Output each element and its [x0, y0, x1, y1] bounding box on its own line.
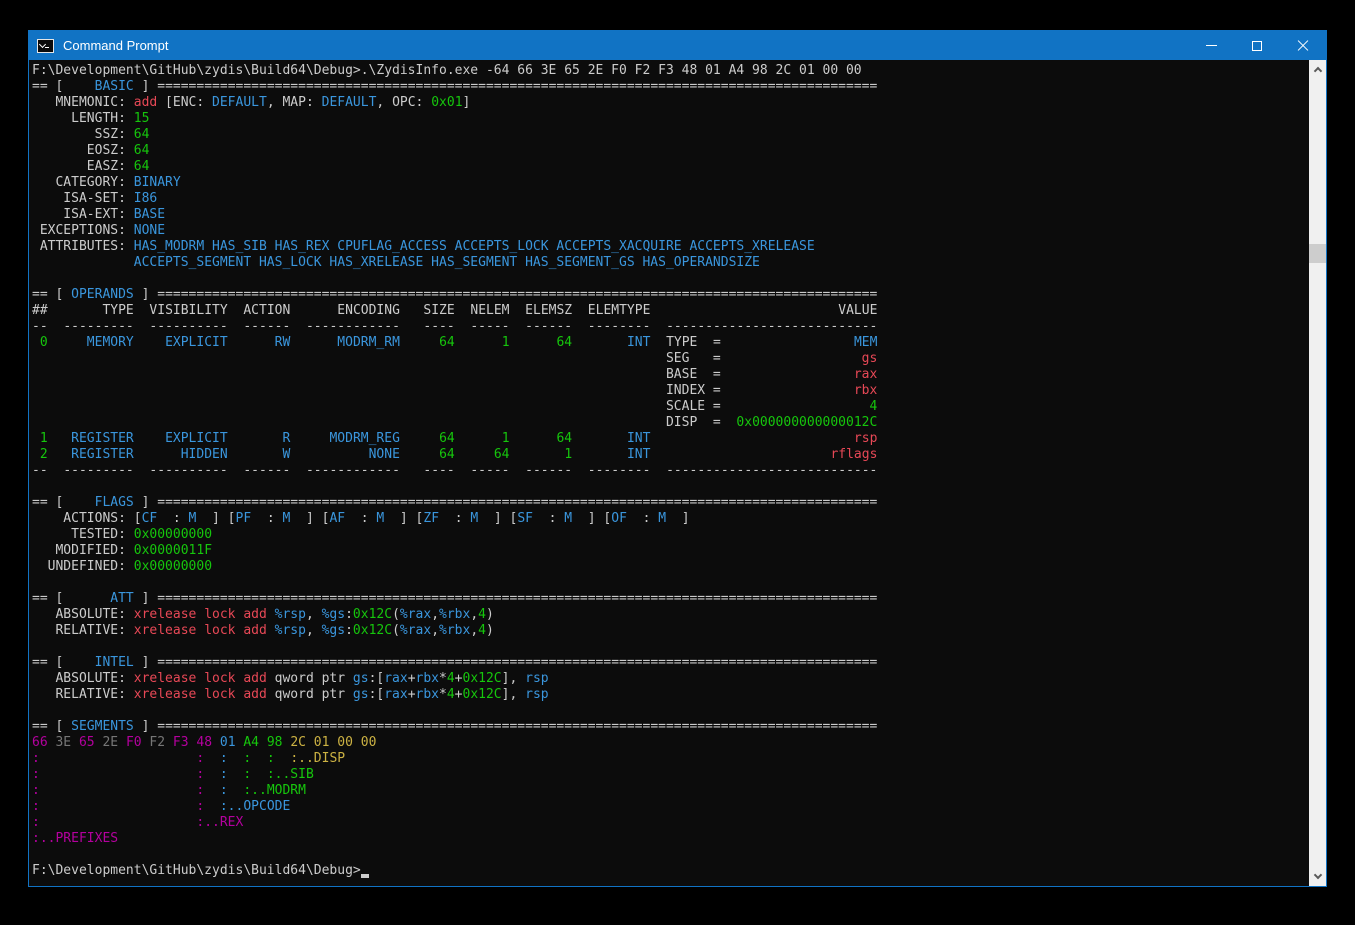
terminal-line	[32, 479, 1308, 495]
terminal-line: CATEGORY: BINARY	[32, 175, 1308, 191]
maximize-button[interactable]	[1234, 31, 1280, 60]
terminal-line: 2 REGISTER HIDDEN W NONE 64 64 1 INT rfl…	[32, 447, 1308, 463]
terminal-line	[32, 575, 1308, 591]
terminal-line: RELATIVE: xrelease lock add %rsp, %gs:0x…	[32, 623, 1308, 639]
terminal-line: == [ BASIC ] ===========================…	[32, 79, 1308, 95]
terminal-line: ACTIONS: [CF : M ] [PF : M ] [AF : M ] […	[32, 511, 1308, 527]
terminal-line: : : :..OPCODE	[32, 799, 1308, 815]
terminal-line: : :..REX	[32, 815, 1308, 831]
terminal-line: LENGTH: 15	[32, 111, 1308, 127]
vertical-scrollbar[interactable]	[1309, 60, 1326, 886]
terminal-line: 0 MEMORY EXPLICIT RW MODRM_RM 64 1 64 IN…	[32, 335, 1308, 351]
terminal-line: == [ SEGMENTS ] ========================…	[32, 719, 1308, 735]
terminal-line: == [ INTEL ] ===========================…	[32, 655, 1308, 671]
terminal-line: TESTED: 0x00000000	[32, 527, 1308, 543]
terminal-line: ACCEPTS_SEGMENT HAS_LOCK HAS_XRELEASE HA…	[32, 255, 1308, 271]
command-prompt-window: Command Prompt F:\Development\GitHub\zyd…	[28, 30, 1327, 887]
terminal-line: INDEX = rbx	[32, 383, 1308, 399]
terminal-line: MNEMONIC: add [ENC: DEFAULT, MAP: DEFAUL…	[32, 95, 1308, 111]
terminal-line: ABSOLUTE: xrelease lock add %rsp, %gs:0x…	[32, 607, 1308, 623]
window-title: Command Prompt	[63, 38, 168, 53]
terminal-line: UNDEFINED: 0x00000000	[32, 559, 1308, 575]
scroll-up-button[interactable]	[1309, 61, 1326, 78]
terminal-line: ABSOLUTE: xrelease lock add qword ptr gs…	[32, 671, 1308, 687]
terminal-line: SCALE = 4	[32, 399, 1308, 415]
close-button[interactable]	[1280, 31, 1326, 60]
terminal-line: 66 3E 65 2E F0 F2 F3 48 01 A4 98 2C 01 0…	[32, 735, 1308, 751]
terminal-line	[32, 703, 1308, 719]
terminal-line: == [ OPERANDS ] ========================…	[32, 287, 1308, 303]
terminal-output[interactable]: F:\Development\GitHub\zydis\Build64\Debu…	[30, 61, 1308, 885]
terminal-line: ATTRIBUTES: HAS_MODRM HAS_SIB HAS_REX CP…	[32, 239, 1308, 255]
chevron-down-icon	[1313, 871, 1321, 879]
terminal-line: == [ ATT ] =============================…	[32, 591, 1308, 607]
minimize-button[interactable]	[1188, 31, 1234, 60]
terminal-line: ISA-SET: I86	[32, 191, 1308, 207]
terminal-line	[32, 271, 1308, 287]
minimize-icon	[1206, 45, 1217, 46]
terminal-line: F:\Development\GitHub\zydis\Build64\Debu…	[32, 863, 1308, 879]
terminal-line: EOSZ: 64	[32, 143, 1308, 159]
terminal-line: MODIFIED: 0x0000011F	[32, 543, 1308, 559]
terminal-line: F:\Development\GitHub\zydis\Build64\Debu…	[32, 63, 1308, 79]
chevron-up-icon	[1313, 67, 1321, 75]
terminal-line: : : : : : :..DISP	[32, 751, 1308, 767]
terminal-line: ISA-EXT: BASE	[32, 207, 1308, 223]
terminal-line: -- --------- ---------- ------ ---------…	[32, 463, 1308, 479]
terminal-line: EXCEPTIONS: NONE	[32, 223, 1308, 239]
terminal-line: -- --------- ---------- ------ ---------…	[32, 319, 1308, 335]
terminal-line: :..PREFIXES	[32, 831, 1308, 847]
terminal-line: : : : :..MODRM	[32, 783, 1308, 799]
title-bar[interactable]: Command Prompt	[29, 31, 1326, 60]
terminal-line: RELATIVE: xrelease lock add qword ptr gs…	[32, 687, 1308, 703]
scroll-down-button[interactable]	[1309, 868, 1326, 885]
terminal-line: : : : : :..SIB	[32, 767, 1308, 783]
terminal-line: EASZ: 64	[32, 159, 1308, 175]
terminal-line	[32, 639, 1308, 655]
terminal-line: BASE = rax	[32, 367, 1308, 383]
close-icon	[1297, 40, 1309, 52]
terminal-line	[32, 847, 1308, 863]
terminal-line: SSZ: 64	[32, 127, 1308, 143]
terminal-line: == [ FLAGS ] ===========================…	[32, 495, 1308, 511]
terminal-line: ## TYPE VISIBILITY ACTION ENCODING SIZE …	[32, 303, 1308, 319]
maximize-icon	[1252, 41, 1262, 51]
terminal-line: SEG = gs	[32, 351, 1308, 367]
scrollbar-thumb[interactable]	[1309, 244, 1326, 263]
terminal-line: DISP = 0x000000000000012C	[32, 415, 1308, 431]
window-controls	[1188, 31, 1326, 60]
cmd-icon	[38, 40, 53, 52]
terminal-line: 1 REGISTER EXPLICIT R MODRM_REG 64 1 64 …	[32, 431, 1308, 447]
